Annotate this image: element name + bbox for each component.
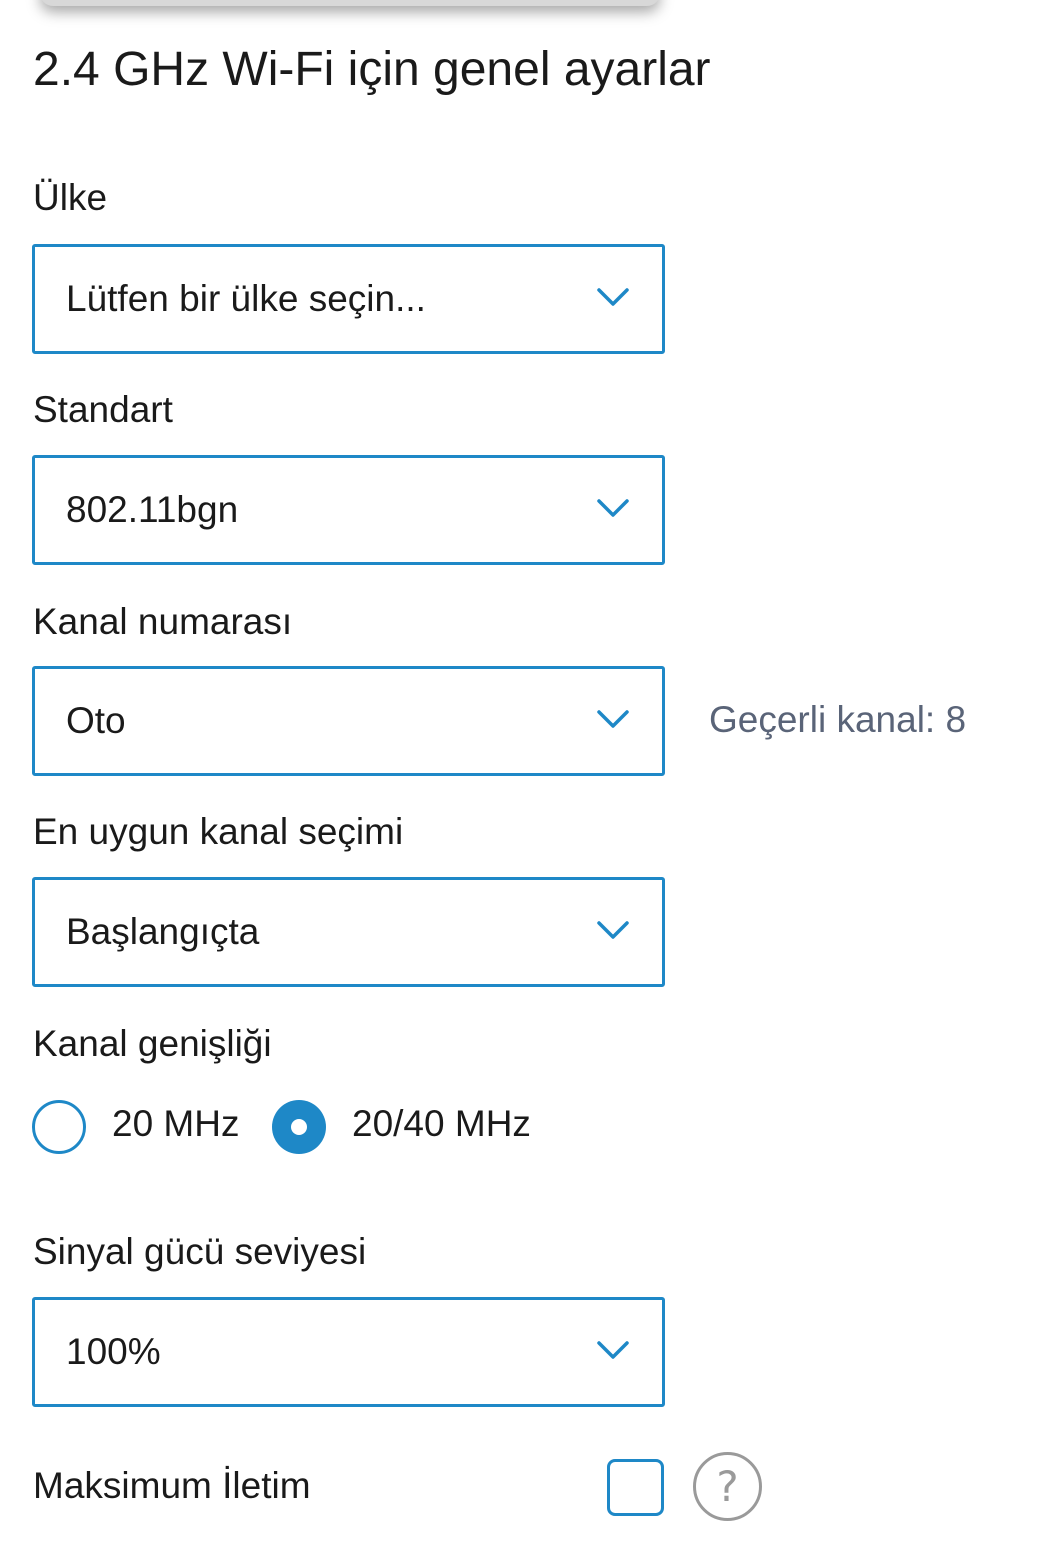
chevron-down-icon bbox=[596, 285, 630, 309]
max-transmission-label: Maksimum İletim bbox=[33, 1465, 311, 1506]
channel-number-select[interactable]: Oto bbox=[32, 666, 665, 776]
question-mark-icon[interactable]: ? bbox=[693, 1452, 762, 1521]
signal-strength-select[interactable]: 100% bbox=[32, 1297, 665, 1407]
chevron-down-icon bbox=[596, 1338, 630, 1362]
page-title: 2.4 GHz Wi-Fi için genel ayarlar bbox=[33, 43, 711, 96]
chevron-down-icon bbox=[596, 918, 630, 942]
max-transmission-checkbox[interactable] bbox=[607, 1459, 664, 1516]
top-bar-shadow bbox=[40, 0, 660, 6]
standard-select[interactable]: 802.11bgn bbox=[32, 455, 665, 565]
optimal-channel-select-value: Başlangıçta bbox=[66, 911, 260, 952]
chevron-down-icon bbox=[596, 496, 630, 520]
country-select[interactable]: Lütfen bir ülke seçin... bbox=[32, 244, 665, 354]
radio-20mhz[interactable] bbox=[32, 1100, 86, 1154]
optimal-channel-label: En uygun kanal seçimi bbox=[33, 811, 404, 852]
country-select-value: Lütfen bir ülke seçin... bbox=[66, 278, 426, 319]
radio-20-40mhz-label[interactable]: 20/40 MHz bbox=[352, 1102, 531, 1146]
signal-strength-label: Sinyal gücü seviyesi bbox=[33, 1231, 367, 1272]
signal-strength-select-value: 100% bbox=[66, 1331, 161, 1372]
radio-selected-dot bbox=[291, 1119, 307, 1135]
channel-number-select-value: Oto bbox=[66, 700, 126, 741]
standard-select-value: 802.11bgn bbox=[66, 489, 239, 530]
channel-width-label: Kanal genişliği bbox=[33, 1023, 272, 1064]
current-channel-text: Geçerli kanal: 8 bbox=[709, 699, 967, 740]
optimal-channel-select[interactable]: Başlangıçta bbox=[32, 877, 665, 987]
chevron-down-icon bbox=[596, 707, 630, 731]
channel-number-label: Kanal numarası bbox=[33, 601, 293, 642]
standard-label: Standart bbox=[33, 389, 173, 430]
country-label: Ülke bbox=[33, 177, 108, 218]
radio-20-40mhz[interactable] bbox=[272, 1100, 326, 1154]
radio-20mhz-label[interactable]: 20 MHz bbox=[112, 1102, 239, 1146]
